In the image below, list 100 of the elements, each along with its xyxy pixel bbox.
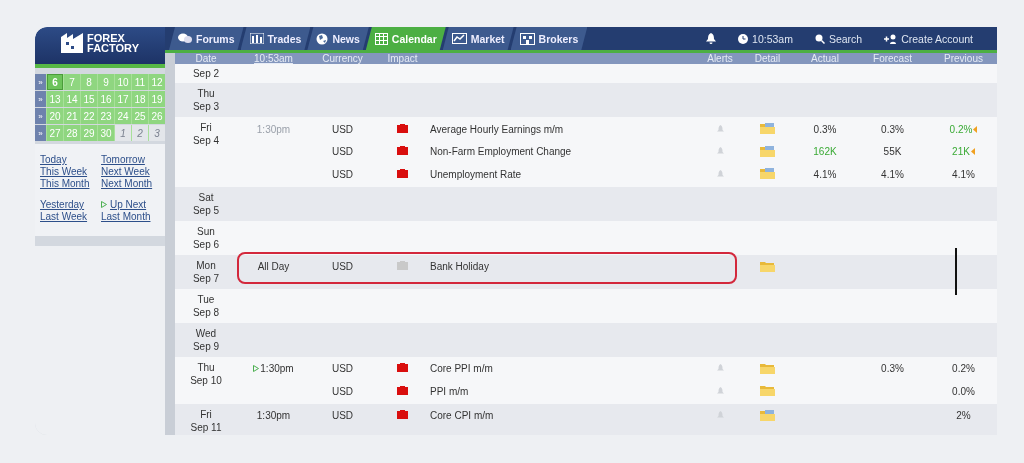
calendar-day[interactable]: 25 [131, 108, 148, 124]
nav-tab[interactable]: Forums [169, 27, 244, 50]
create-account-link[interactable]: Create Account [873, 27, 997, 50]
calendar-day[interactable]: 19 [148, 91, 165, 107]
folder-icon[interactable] [760, 408, 775, 421]
calendar-link[interactable]: Next Week [101, 166, 150, 177]
play-icon [101, 201, 107, 208]
week-select-link[interactable]: » [35, 91, 46, 107]
forecast-value: 55K [882, 146, 903, 158]
weekday-label: Thu [197, 360, 215, 374]
calendar-icon [374, 32, 388, 45]
forecast-value: 0.3% [880, 363, 905, 375]
column-header: Alerts [706, 53, 734, 64]
calendar-link[interactable]: Last Month [101, 211, 151, 222]
calendar-link[interactable]: Next Month [101, 178, 153, 189]
event-title[interactable]: PPI m/m [430, 385, 700, 397]
weekday-label: Sat [198, 190, 214, 204]
nav-tab[interactable]: Market [442, 27, 514, 50]
building-icon [519, 32, 535, 45]
forecast-value: 4.1% [880, 168, 905, 180]
current-time[interactable]: 10:53am [752, 32, 793, 45]
logo-text: FACTORY [87, 42, 139, 53]
calendar-day[interactable]: 1 [114, 125, 131, 141]
calendar-link[interactable]: Yesterday [40, 199, 85, 210]
calendar-day[interactable]: 13 [46, 91, 63, 107]
folder-icon[interactable] [760, 167, 775, 180]
calendar-day[interactable]: 20 [46, 108, 63, 124]
weekday-label: Fri [200, 121, 212, 134]
search-link[interactable]: Search [803, 27, 874, 50]
calendar-day[interactable]: 10 [114, 74, 131, 90]
folder-icon[interactable] [760, 384, 775, 397]
calendar-day[interactable]: 15 [80, 91, 97, 107]
calendar-day[interactable]: 3 [148, 125, 165, 141]
calendar-day[interactable]: 29 [80, 125, 97, 141]
calendar-day[interactable]: 23 [97, 108, 114, 124]
date-label: Sep 11 [190, 420, 222, 434]
calendar-day[interactable]: 7 [63, 74, 80, 90]
calendar-day[interactable]: 30 [97, 125, 114, 141]
folder-icon[interactable] [760, 361, 775, 374]
weekday-label: Fri [200, 407, 212, 421]
nav-tab[interactable]: Trades [240, 27, 311, 50]
calendar-link[interactable]: This Week [40, 166, 88, 177]
column-header: Forecast [872, 53, 913, 64]
calendar-day[interactable]: 28 [63, 125, 80, 141]
calendar-day[interactable]: 21 [63, 108, 80, 124]
calendar-day[interactable]: 16 [97, 91, 114, 107]
calendar-day[interactable]: 18 [131, 91, 148, 107]
folder-icon[interactable] [760, 122, 775, 135]
nav-tab[interactable]: Calendar [365, 27, 446, 50]
weekday-label: Wed [195, 326, 217, 340]
weekday-label: Tue [197, 292, 215, 306]
calendar-day[interactable]: 6 [46, 74, 63, 90]
event-time: 1:30pm [256, 123, 291, 135]
previous-value: 0.0% [952, 385, 975, 397]
event-title[interactable]: Core PPI m/m [430, 363, 700, 375]
weekday-label: Thu [197, 87, 215, 100]
calendar-link[interactable]: Tomorrow [101, 154, 145, 165]
calendar-day[interactable]: 27 [46, 125, 63, 141]
actual-value: 162K [812, 146, 838, 158]
date-label: Sep 8 [192, 305, 220, 319]
event-title[interactable]: Bank Holiday [430, 261, 700, 273]
logo-text: FOREX [87, 32, 126, 43]
previous-value: 2% [956, 410, 971, 422]
bell-icon[interactable] [706, 33, 717, 44]
time-zone-link[interactable]: 10:53am [237, 53, 310, 64]
week-select-link[interactable]: » [35, 108, 46, 124]
currency-label: USD [330, 168, 355, 180]
column-header: Date [194, 53, 218, 64]
calendar-day[interactable]: 17 [114, 91, 131, 107]
calendar-day[interactable]: 24 [114, 108, 131, 124]
currency-label: USD [330, 363, 355, 375]
calendar-link[interactable]: Today [40, 154, 67, 165]
calendar-day[interactable]: 9 [97, 74, 114, 90]
event-title[interactable]: Non-Farm Employment Change [430, 146, 700, 158]
nav-tab[interactable]: Brokers [510, 27, 588, 50]
calendar-day[interactable]: 14 [63, 91, 80, 107]
folder-icon[interactable] [760, 259, 775, 272]
calendar-link[interactable]: Up Next [101, 199, 147, 210]
event-title[interactable]: Unemployment Rate [430, 168, 700, 180]
event-time: 1:30pm [260, 363, 294, 375]
week-select-link[interactable]: » [35, 125, 46, 141]
event-title[interactable]: Core CPI m/m [430, 410, 700, 422]
currency-label: USD [330, 146, 355, 158]
event-title[interactable]: Average Hourly Earnings m/m [430, 123, 700, 135]
folder-icon[interactable] [760, 144, 775, 157]
nav-tab[interactable]: News [307, 27, 369, 50]
calendar-day[interactable]: 22 [80, 108, 97, 124]
actual-value: 0.3% [812, 123, 838, 135]
week-select-link[interactable]: » [35, 74, 46, 90]
date-label: Sep 7 [192, 271, 220, 285]
calendar-day[interactable]: 12 [148, 74, 165, 90]
column-header: Currency [321, 53, 364, 64]
calendar-link[interactable]: Last Week [40, 211, 88, 222]
date-label: Sep 2 [192, 67, 220, 80]
calendar-day[interactable]: 8 [80, 74, 97, 90]
calendar-link[interactable]: This Month [40, 178, 90, 189]
calendar-day[interactable]: 11 [131, 74, 148, 90]
previous-value: 21K [952, 146, 970, 158]
calendar-day[interactable]: 26 [148, 108, 165, 124]
calendar-day[interactable]: 2 [131, 125, 148, 141]
